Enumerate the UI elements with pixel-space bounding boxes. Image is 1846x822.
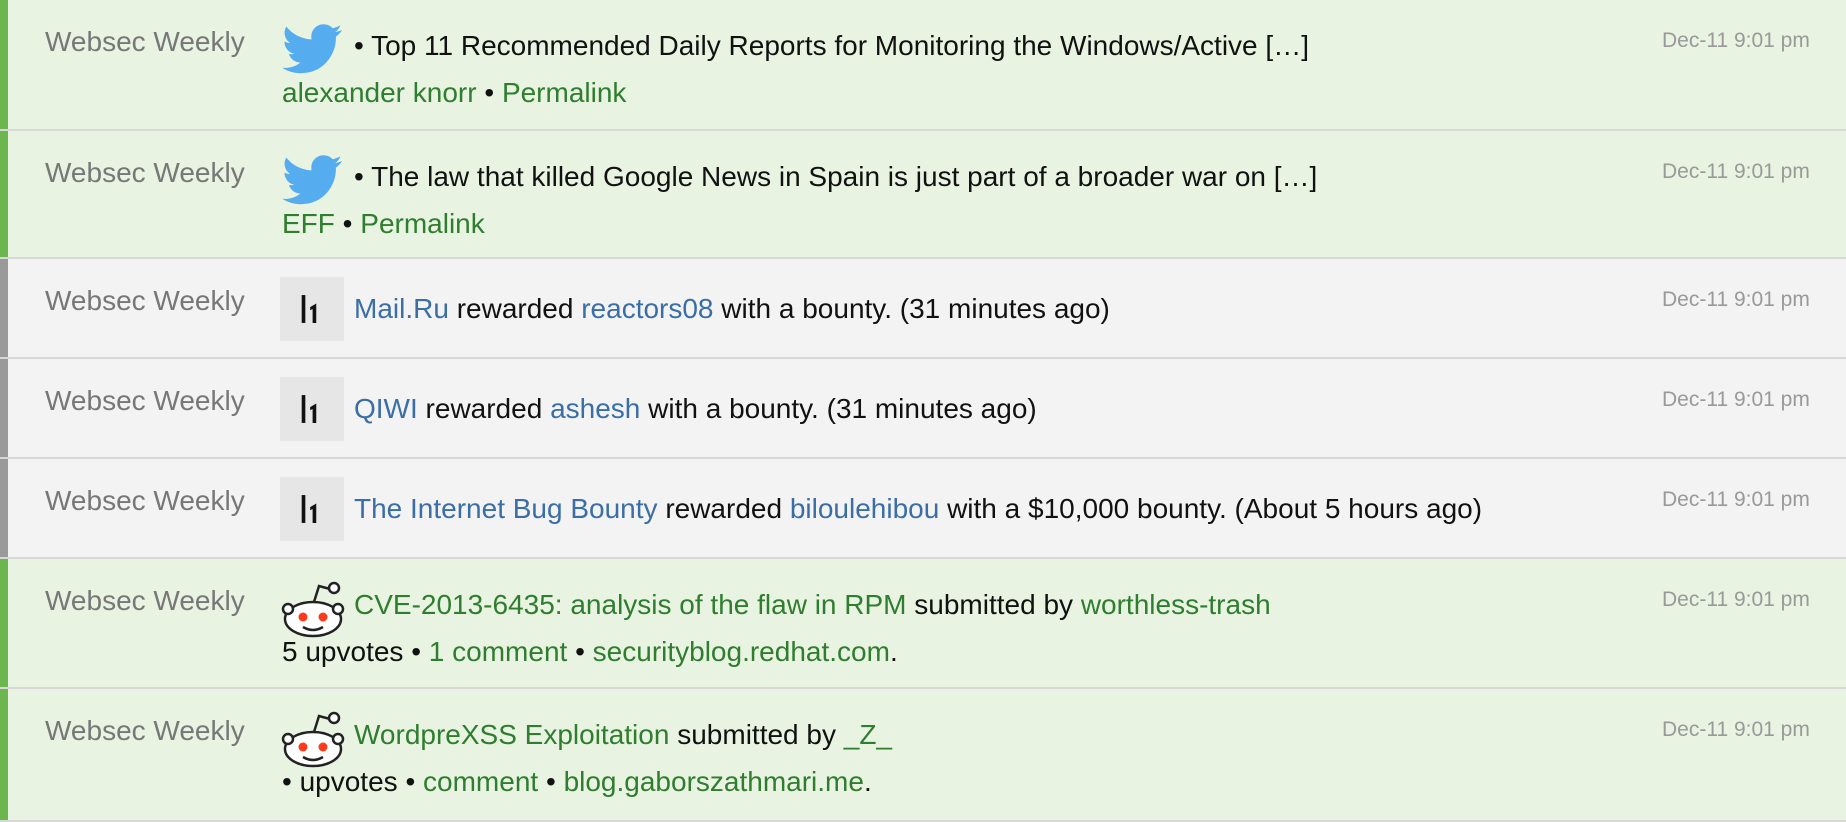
- program-link[interactable]: Mail.Ru: [354, 293, 449, 324]
- separator: •: [545, 766, 556, 797]
- item-content: WordpreXSS Exploitation submitted by _Z_…: [282, 718, 892, 797]
- author-link[interactable]: EFF: [282, 208, 335, 239]
- reddit-alien-icon: [280, 577, 346, 643]
- separator: •: [575, 636, 585, 667]
- item-content: • The law that killed Google News in Spa…: [282, 160, 1318, 239]
- action-text: rewarded: [456, 293, 574, 324]
- item-timestamp: Dec-11 9:01 pm: [1662, 29, 1810, 52]
- period: .: [863, 766, 872, 797]
- item-status-bar: [0, 131, 8, 257]
- hacker-link[interactable]: biloulehibou: [790, 493, 939, 524]
- item-status-bar: [0, 559, 8, 687]
- hackerone-icon: [280, 277, 346, 343]
- feed-item: Websec Weekly QIWI rewarded ashesh with …: [0, 359, 1846, 459]
- hackerone-icon: [280, 377, 346, 443]
- feed-source: Websec Weekly: [45, 285, 245, 316]
- comments-link[interactable]: 1 comment: [429, 636, 568, 667]
- feed-source: Websec Weekly: [45, 715, 245, 746]
- twitter-bird-icon: [280, 149, 346, 215]
- item-status-bar: [0, 689, 8, 820]
- separator: •: [484, 77, 495, 108]
- bullet: •: [354, 161, 364, 192]
- permalink-link[interactable]: Permalink: [502, 77, 626, 108]
- item-content: QIWI rewarded ashesh with a bounty. (31 …: [354, 392, 1037, 426]
- post-title-link[interactable]: WordpreXSS Exploitation: [354, 719, 669, 750]
- bullet: •: [354, 30, 364, 61]
- item-status-bar: [0, 359, 8, 457]
- action-text: rewarded: [425, 393, 543, 424]
- item-meta: alexander knorr • Permalink: [282, 76, 626, 110]
- item-status-bar: [0, 459, 8, 557]
- feed-item: Websec Weekly • Top 11 Recommended Daily…: [0, 0, 1846, 131]
- separator: •: [405, 766, 416, 797]
- feed-item: Websec Weekly WordpreXSS Exploitation su…: [0, 689, 1846, 822]
- reddit-alien-icon: [280, 707, 346, 773]
- item-meta: • upvotes • comment • blog.gaborszathmar…: [282, 765, 872, 799]
- item-content: The Internet Bug Bounty rewarded biloule…: [354, 492, 1482, 526]
- bounty-text: with a bounty. (31 minutes ago): [648, 393, 1037, 424]
- feed-item: Websec Weekly Mail.Ru rewarded reactors0…: [0, 259, 1846, 359]
- feed-source: Websec Weekly: [45, 157, 245, 188]
- author-link[interactable]: alexander knorr: [282, 77, 477, 108]
- action-text: rewarded: [665, 493, 783, 524]
- feed-source: Websec Weekly: [45, 585, 245, 616]
- domain-link[interactable]: blog.gaborszathmari.me: [564, 766, 864, 797]
- submitter-link[interactable]: worthless-trash: [1081, 589, 1271, 620]
- feed-source: Websec Weekly: [45, 385, 245, 416]
- item-status-bar: [0, 0, 8, 129]
- bounty-text: with a $10,000 bounty. (About 5 hours ag…: [947, 493, 1483, 524]
- activity-feed: Websec Weekly • Top 11 Recommended Daily…: [0, 0, 1846, 822]
- feed-source: Websec Weekly: [45, 485, 245, 516]
- separator: •: [411, 636, 422, 667]
- post-title-link[interactable]: CVE-2013-6435: analysis of the flaw in R…: [354, 589, 907, 620]
- period: .: [889, 636, 898, 667]
- program-link[interactable]: The Internet Bug Bounty: [354, 493, 658, 524]
- item-timestamp: Dec-11 9:01 pm: [1662, 288, 1810, 311]
- comments-link[interactable]: comment: [423, 766, 538, 797]
- program-link[interactable]: QIWI: [354, 393, 418, 424]
- hacker-link[interactable]: reactors08: [581, 293, 713, 324]
- item-status-bar: [0, 259, 8, 357]
- feed-item: Websec Weekly CVE-2013-6435: analysis of…: [0, 559, 1846, 689]
- feed-item: Websec Weekly • The law that killed Goog…: [0, 131, 1846, 259]
- item-timestamp: Dec-11 9:01 pm: [1662, 718, 1810, 741]
- item-timestamp: Dec-11 9:01 pm: [1662, 388, 1810, 411]
- upvotes-count: 5 upvotes: [282, 636, 404, 667]
- twitter-bird-icon: [280, 18, 346, 84]
- feed-source: Websec Weekly: [45, 26, 245, 57]
- item-timestamp: Dec-11 9:01 pm: [1662, 488, 1810, 511]
- tweet-text: Top 11 Recommended Daily Reports for Mon…: [371, 30, 1309, 61]
- submitted-by-text: submitted by: [914, 589, 1074, 620]
- item-meta: 5 upvotes • 1 comment • securityblog.red…: [282, 635, 898, 669]
- item-content: Mail.Ru rewarded reactors08 with a bount…: [354, 292, 1110, 326]
- hacker-link[interactable]: ashesh: [550, 393, 640, 424]
- item-timestamp: Dec-11 9:01 pm: [1662, 588, 1810, 611]
- hackerone-icon: [280, 477, 346, 543]
- submitted-by-text: submitted by: [677, 719, 836, 750]
- item-content: CVE-2013-6435: analysis of the flaw in R…: [282, 588, 1271, 667]
- permalink-link[interactable]: Permalink: [360, 208, 484, 239]
- submitter-link[interactable]: _Z_: [844, 719, 892, 750]
- tweet-text: The law that killed Google News in Spain…: [371, 161, 1318, 192]
- item-timestamp: Dec-11 9:01 pm: [1662, 160, 1810, 183]
- feed-item: Websec Weekly The Internet Bug Bounty re…: [0, 459, 1846, 559]
- upvotes-count: • upvotes: [282, 766, 398, 797]
- item-meta: EFF • Permalink: [282, 207, 485, 241]
- item-content: • Top 11 Recommended Daily Reports for M…: [282, 29, 1309, 108]
- bounty-text: with a bounty. (31 minutes ago): [721, 293, 1110, 324]
- domain-link[interactable]: securityblog.redhat.com: [593, 636, 890, 667]
- separator: •: [342, 208, 353, 239]
